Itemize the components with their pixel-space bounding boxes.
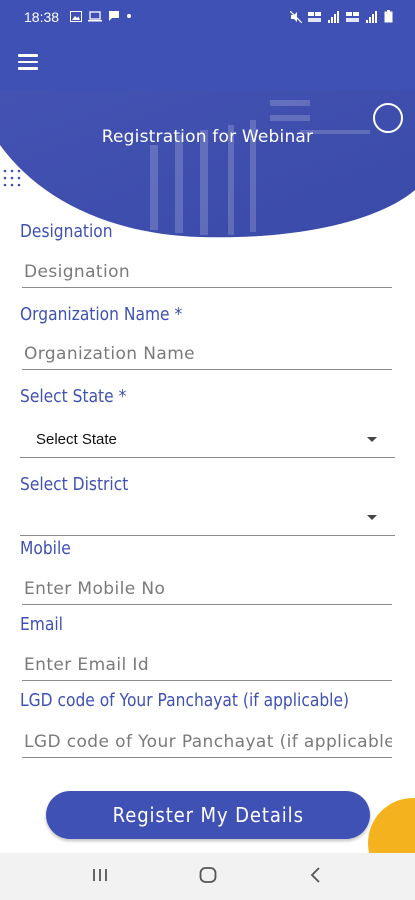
hamburger-menu-icon[interactable] (18, 54, 38, 70)
volte-icon (308, 11, 321, 22)
organization-input[interactable] (22, 338, 392, 370)
email-label: Email (20, 614, 63, 635)
district-label: Select District (20, 474, 129, 495)
designation-label: Designation (20, 221, 113, 242)
status-time: 18:38 (24, 9, 60, 25)
organization-label: Organization Name * (20, 304, 183, 325)
back-icon[interactable] (306, 865, 326, 885)
laptop-icon (88, 10, 102, 21)
district-select[interactable] (20, 500, 395, 536)
dots-pattern-icon (3, 169, 21, 187)
app-bar (0, 34, 415, 90)
image-icon (70, 10, 82, 22)
email-input[interactable] (22, 649, 392, 681)
dropdown-arrow-icon (367, 437, 377, 442)
volte-icon (346, 11, 359, 22)
state-select[interactable]: Select State (20, 422, 395, 458)
banner-background (0, 90, 415, 238)
message-icon (109, 11, 119, 21)
status-right-icons (290, 10, 393, 23)
battery-icon (384, 10, 393, 23)
designation-input[interactable] (22, 256, 392, 288)
lgd-input[interactable] (22, 726, 392, 758)
mute-icon (290, 10, 302, 23)
dropdown-arrow-icon (367, 515, 377, 520)
register-button[interactable]: Register My Details (46, 791, 370, 839)
navigation-bar (0, 853, 415, 900)
status-left-icons (70, 10, 132, 22)
lgd-label: LGD code of Your Panchayat (if applicabl… (20, 690, 350, 711)
mobile-label: Mobile (20, 538, 71, 559)
recent-apps-icon[interactable] (90, 865, 110, 885)
registration-screen: 18:38 Registration for Webinar Designati… (0, 0, 415, 900)
dot-icon (127, 14, 131, 18)
home-icon[interactable] (198, 865, 218, 885)
register-button-label: Register My Details (112, 803, 304, 827)
mobile-input[interactable] (22, 573, 392, 605)
circle-icon (373, 103, 403, 133)
status-bar: 18:38 (0, 0, 415, 34)
state-select-value: Select State (36, 431, 117, 448)
banner-title: Registration for Webinar (101, 127, 314, 147)
signal-icon (366, 10, 377, 23)
state-label: Select State * (20, 386, 127, 407)
signal-icon (328, 10, 339, 23)
